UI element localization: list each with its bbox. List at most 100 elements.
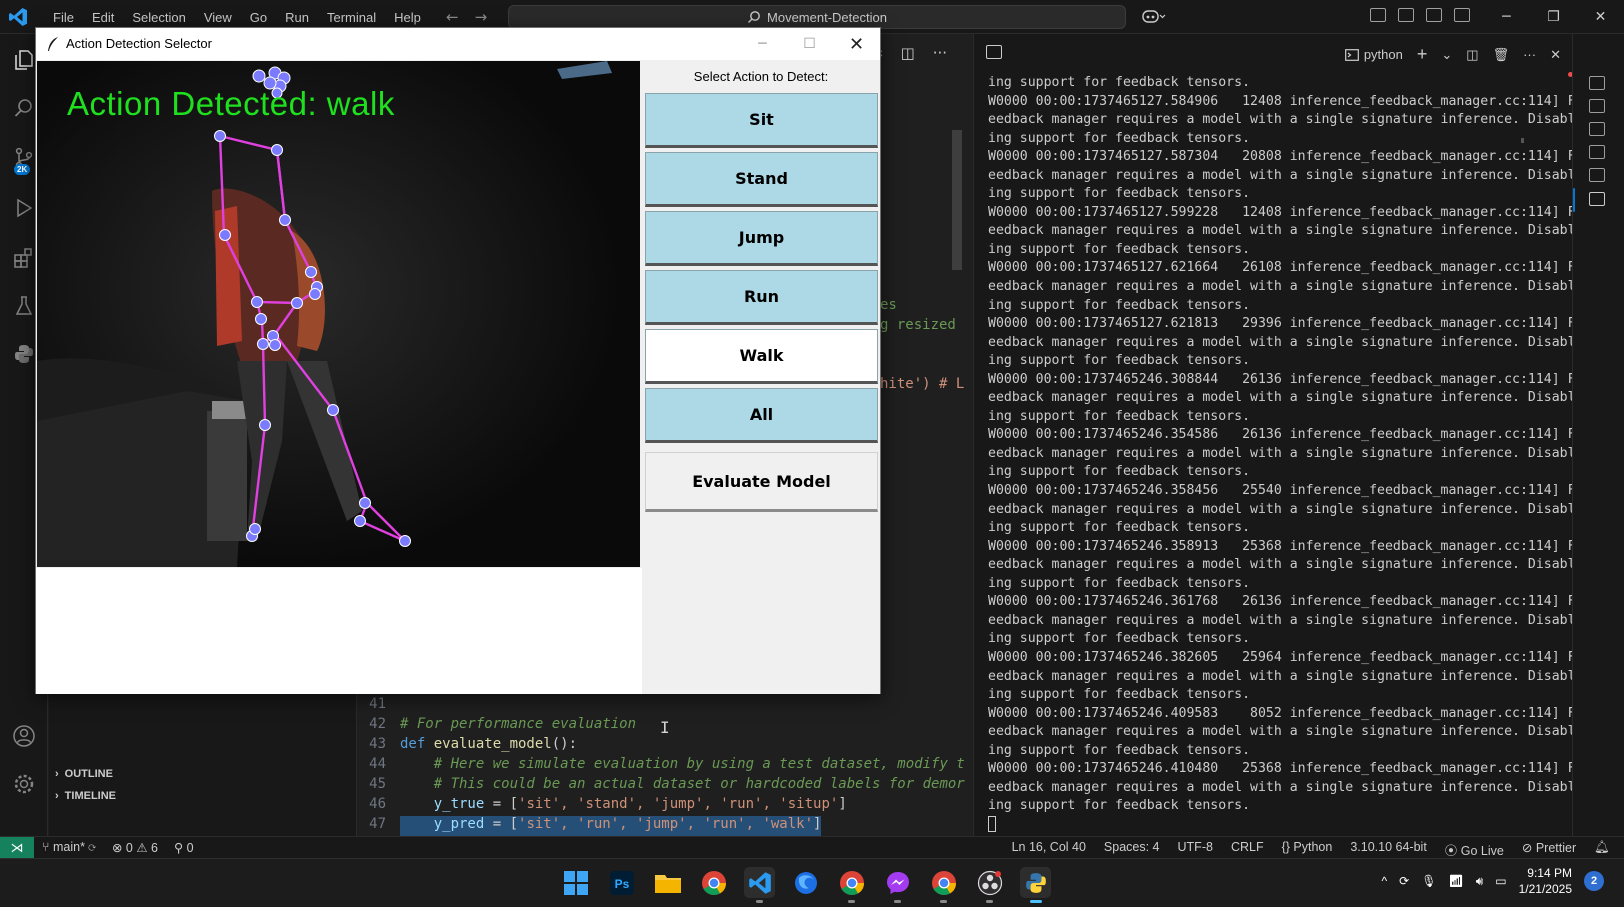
- go-live-button[interactable]: ⦿ Go Live: [1445, 840, 1504, 859]
- editor-scrollbar-thumb[interactable]: [952, 130, 962, 270]
- tk-maximize-button[interactable]: ☐: [786, 28, 833, 60]
- menu-help[interactable]: Help: [385, 10, 430, 25]
- timeline-section[interactable]: › TIMELINE: [55, 790, 116, 802]
- chrome-icon[interactable]: [698, 867, 729, 898]
- windows-start-icon[interactable]: [560, 867, 591, 898]
- restore-button[interactable]: ❐: [1530, 0, 1577, 34]
- workspace-name: Movement-Detection: [767, 9, 887, 25]
- tk-close-button[interactable]: ✕: [833, 28, 880, 60]
- run-debug-icon[interactable]: [12, 196, 36, 220]
- problems-indicator[interactable]: ⊗ 0 ⚠ 6: [112, 840, 158, 855]
- menu-go[interactable]: Go: [241, 10, 276, 25]
- outline-label: OUTLINE: [64, 768, 113, 780]
- tk-titlebar[interactable]: Action Detection Selector ─ ☐ ✕: [36, 28, 880, 60]
- code-editor[interactable]: 41 42 # For performance evaluation 43 def …: [358, 696, 972, 836]
- firefox-icon[interactable]: [790, 867, 821, 898]
- terminal-line: W0000 00:00:1737465246.358913 25368 infe…: [988, 538, 1576, 554]
- jump-button[interactable]: Jump: [645, 211, 878, 266]
- terminal-scrollbar[interactable]: [1521, 138, 1524, 143]
- remote-indicator-icon[interactable]: ⋊: [0, 837, 34, 859]
- file-explorer-icon[interactable]: [652, 867, 683, 898]
- ports-indicator[interactable]: ⚲ 0: [174, 840, 194, 855]
- wifi-icon[interactable]: 📶︎: [1448, 874, 1463, 888]
- status-right: Ln 16, Col 40 Spaces: 4 UTF-8 CRLF {} Py…: [1012, 840, 1610, 859]
- all-button[interactable]: All: [645, 388, 878, 443]
- bell-icon[interactable]: 🔔︎: [1594, 840, 1610, 859]
- settings-gear-icon[interactable]: [12, 772, 36, 796]
- menu-edit[interactable]: Edit: [83, 10, 123, 25]
- chevron-down-icon[interactable]: ⌄: [1441, 47, 1452, 63]
- command-center-search[interactable]: Movement-Detection: [508, 5, 1126, 29]
- terminal-instance-icon[interactable]: [1589, 192, 1605, 206]
- menu-run[interactable]: Run: [276, 10, 318, 25]
- run-button[interactable]: Run: [645, 270, 878, 325]
- account-icon[interactable]: [12, 724, 36, 748]
- toggle-sidebar-icon[interactable]: [1398, 8, 1414, 22]
- language-mode[interactable]: {} Python: [1282, 840, 1333, 859]
- trash-icon[interactable]: 🗑: [1493, 47, 1510, 63]
- terminal-instance-icon[interactable]: [1589, 122, 1605, 136]
- volume-icon[interactable]: 🔊︎: [1476, 874, 1484, 889]
- split-editor-icon[interactable]: ◫: [901, 44, 915, 62]
- terminal-shell-tab[interactable]: python: [1344, 47, 1403, 62]
- evaluate-model-button[interactable]: Evaluate Model: [645, 452, 878, 512]
- prettier-button[interactable]: ⊘ Prettier: [1522, 840, 1576, 859]
- split-terminal-icon[interactable]: ◫: [1466, 47, 1478, 63]
- obs-icon[interactable]: [974, 867, 1005, 903]
- messenger-icon[interactable]: [882, 867, 913, 903]
- terminal-prompt[interactable]: [988, 815, 1548, 835]
- python-tk-icon[interactable]: [1020, 867, 1051, 903]
- outline-section[interactable]: › OUTLINE: [55, 768, 113, 780]
- terminal-instance-icon[interactable]: [1589, 168, 1605, 182]
- chevron-up-icon[interactable]: ^: [1382, 874, 1388, 888]
- back-arrow-icon[interactable]: ←: [446, 8, 459, 26]
- minimize-button[interactable]: ─: [1483, 0, 1530, 34]
- menu-view[interactable]: View: [195, 10, 241, 25]
- sit-button[interactable]: Sit: [645, 93, 878, 148]
- encoding[interactable]: UTF-8: [1178, 840, 1213, 859]
- notification-badge[interactable]: 2: [1584, 871, 1604, 891]
- forward-arrow-icon[interactable]: →: [475, 8, 488, 26]
- chrome-profile-icon[interactable]: [928, 867, 959, 903]
- walk-button[interactable]: Walk: [645, 329, 878, 384]
- clock[interactable]: 9:14 PM 1/21/2025: [1519, 865, 1572, 897]
- terminal-instance-icon[interactable]: [1589, 99, 1605, 113]
- terminal-icon[interactable]: [986, 45, 1002, 59]
- close-button[interactable]: ✕: [1577, 0, 1624, 34]
- terminal-instance-icon[interactable]: [1589, 145, 1605, 159]
- menu-terminal[interactable]: Terminal: [318, 10, 385, 25]
- camera-feed: Action Detected: walk: [37, 61, 640, 567]
- toggle-panel-icon[interactable]: [1426, 8, 1442, 22]
- photoshop-icon[interactable]: Ps: [606, 867, 637, 898]
- new-terminal-icon[interactable]: +: [1417, 44, 1428, 65]
- chrome-alt-icon[interactable]: [836, 867, 867, 903]
- toggle-secondary-sidebar-icon[interactable]: [1454, 8, 1470, 22]
- more-actions-icon[interactable]: ···: [933, 44, 947, 62]
- customize-layout-icon[interactable]: [1370, 8, 1386, 22]
- tk-minimize-button[interactable]: ─: [739, 28, 786, 60]
- menu-selection[interactable]: Selection: [123, 10, 194, 25]
- python-icon[interactable]: [12, 342, 36, 366]
- sync-icon[interactable]: ⟳: [1399, 874, 1409, 888]
- cursor-position[interactable]: Ln 16, Col 40: [1012, 840, 1086, 859]
- terminal-output[interactable]: ing support for feedback tensors. W0000 0…: [988, 74, 1576, 835]
- more-actions-icon[interactable]: ···: [1523, 47, 1536, 62]
- search-icon[interactable]: [12, 96, 36, 120]
- battery-icon[interactable]: ▭: [1495, 874, 1506, 888]
- explorer-icon[interactable]: [12, 48, 36, 72]
- terminal-instance-icon[interactable]: [1589, 76, 1605, 90]
- python-interpreter[interactable]: 3.10.10 64-bit: [1350, 840, 1426, 859]
- close-panel-icon[interactable]: ✕: [1550, 47, 1561, 63]
- terminal-line: ing support for feedback tensors.: [988, 520, 1251, 536]
- branch-indicator[interactable]: ⑂ main* ⟳: [42, 840, 96, 855]
- testing-icon[interactable]: [12, 294, 36, 318]
- extensions-icon[interactable]: [12, 246, 36, 270]
- line-ending[interactable]: CRLF: [1231, 840, 1264, 859]
- vscode-taskbar-icon[interactable]: [744, 867, 775, 903]
- menu-file[interactable]: File: [44, 10, 83, 25]
- stand-button[interactable]: Stand: [645, 152, 878, 207]
- copilot-icon[interactable]: [1142, 8, 1166, 28]
- indentation[interactable]: Spaces: 4: [1104, 840, 1160, 859]
- microphone-icon[interactable]: 🎙︎: [1421, 874, 1436, 888]
- terminal-line: ing support for feedback tensors.: [988, 575, 1251, 591]
